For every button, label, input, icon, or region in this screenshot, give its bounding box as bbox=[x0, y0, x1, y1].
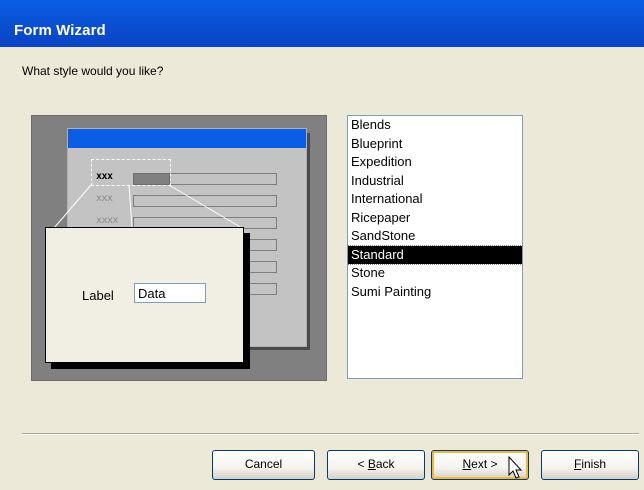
window-title: Form Wizard bbox=[14, 22, 106, 39]
style-option-stone[interactable]: Stone bbox=[348, 264, 522, 283]
style-option-industrial[interactable]: Industrial bbox=[348, 172, 522, 191]
finish-button[interactable]: Finish bbox=[541, 450, 639, 480]
cancel-button-label: Cancel bbox=[244, 457, 283, 471]
cancel-button[interactable]: Cancel bbox=[212, 450, 315, 480]
back-button[interactable]: < Back bbox=[327, 450, 425, 480]
arrow-pointer-icon bbox=[508, 456, 523, 479]
zoom-panel: Label Data bbox=[45, 227, 244, 363]
preview-field-box bbox=[133, 195, 277, 207]
zoom-label: Label bbox=[82, 288, 114, 303]
style-option-blends[interactable]: Blends bbox=[348, 116, 522, 135]
style-preview: xxx xxx xxxx Label Data bbox=[31, 115, 327, 381]
selection-marquee bbox=[91, 159, 171, 186]
style-option-ricepaper[interactable]: Ricepaper bbox=[348, 209, 522, 228]
next-button-rest: ext > bbox=[471, 457, 498, 471]
preview-field-label: xxxx bbox=[96, 215, 119, 226]
wizard-header: Form Wizard bbox=[0, 0, 644, 47]
style-option-blueprint[interactable]: Blueprint bbox=[348, 135, 522, 154]
zoom-data-field: Data bbox=[134, 283, 206, 303]
back-button-rest: ack bbox=[375, 457, 395, 471]
button-separator-highlight bbox=[22, 434, 639, 435]
finish-button-rest: inish bbox=[581, 457, 607, 471]
style-option-sumi-painting[interactable]: Sumi Painting bbox=[348, 283, 522, 302]
style-option-expedition[interactable]: Expedition bbox=[348, 153, 522, 172]
style-option-standard[interactable]: Standard bbox=[347, 244, 523, 265]
preview-field-label: xxx bbox=[96, 193, 113, 204]
back-button-accel: B bbox=[367, 457, 376, 471]
style-listbox[interactable]: Blends Blueprint Expedition Industrial I… bbox=[347, 115, 523, 379]
back-button-prefix: < bbox=[357, 457, 368, 471]
style-prompt: What style would you like? bbox=[22, 64, 164, 78]
preview-form-header bbox=[68, 129, 306, 148]
style-option-sandstone[interactable]: SandStone bbox=[348, 227, 522, 246]
next-button-accel: N bbox=[462, 457, 472, 471]
style-option-international[interactable]: International bbox=[348, 190, 522, 209]
